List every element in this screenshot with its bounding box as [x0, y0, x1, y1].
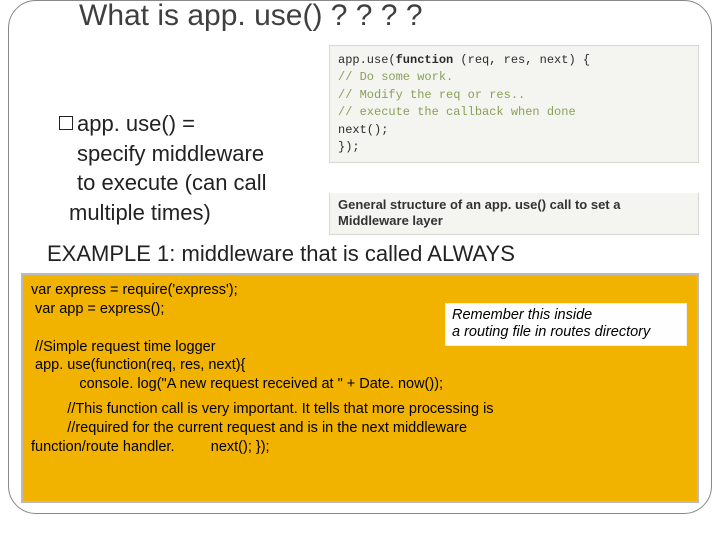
code-text: (req, res, next) { [453, 53, 590, 67]
example-code-block: var express = require('express'); var ap… [21, 273, 699, 503]
bullet-line: to execute (can call [59, 168, 349, 198]
code-text: }); [338, 139, 690, 156]
code-line: function/route handler. next(); }); [31, 438, 689, 457]
code-text: app.use( [338, 53, 396, 67]
slide-frame: What is app. use() ? ? ? ? app.use(funct… [8, 0, 712, 514]
code-text: next(); [338, 122, 690, 139]
code-line: //required for the current request and i… [31, 419, 689, 438]
note-line: a routing file in routes directory [452, 324, 680, 341]
code-line: app. use(function(req, res, next){ [31, 356, 689, 375]
code-snippet-image: app.use(function (req, res, next) { // D… [329, 45, 699, 163]
bullet-text: app. use() = specify middleware to execu… [59, 109, 349, 228]
code-comment: // execute the callback when done [338, 104, 690, 121]
note-line: Remember this inside [452, 307, 680, 324]
bullet-line: multiple times) [59, 198, 349, 228]
slide-title: What is app. use() ? ? ? ? [79, 0, 423, 33]
code-text: function [396, 53, 454, 67]
code-line: var express = require('express'); [31, 281, 689, 300]
bullet-line: app. use() = [77, 109, 195, 139]
code-caption: General structure of an app. use() call … [329, 193, 699, 235]
square-bullet-icon [59, 116, 73, 130]
bullet-line: specify middleware [59, 139, 349, 169]
example-heading: EXAMPLE 1: middleware that is called ALW… [47, 241, 515, 267]
code-line: //This function call is very important. … [31, 400, 689, 419]
code-line: console. log("A new request received at … [31, 375, 689, 394]
code-comment: // Modify the req or res.. [338, 87, 690, 104]
inline-note: Remember this inside a routing file in r… [445, 303, 687, 346]
code-comment: // Do some work. [338, 69, 690, 86]
